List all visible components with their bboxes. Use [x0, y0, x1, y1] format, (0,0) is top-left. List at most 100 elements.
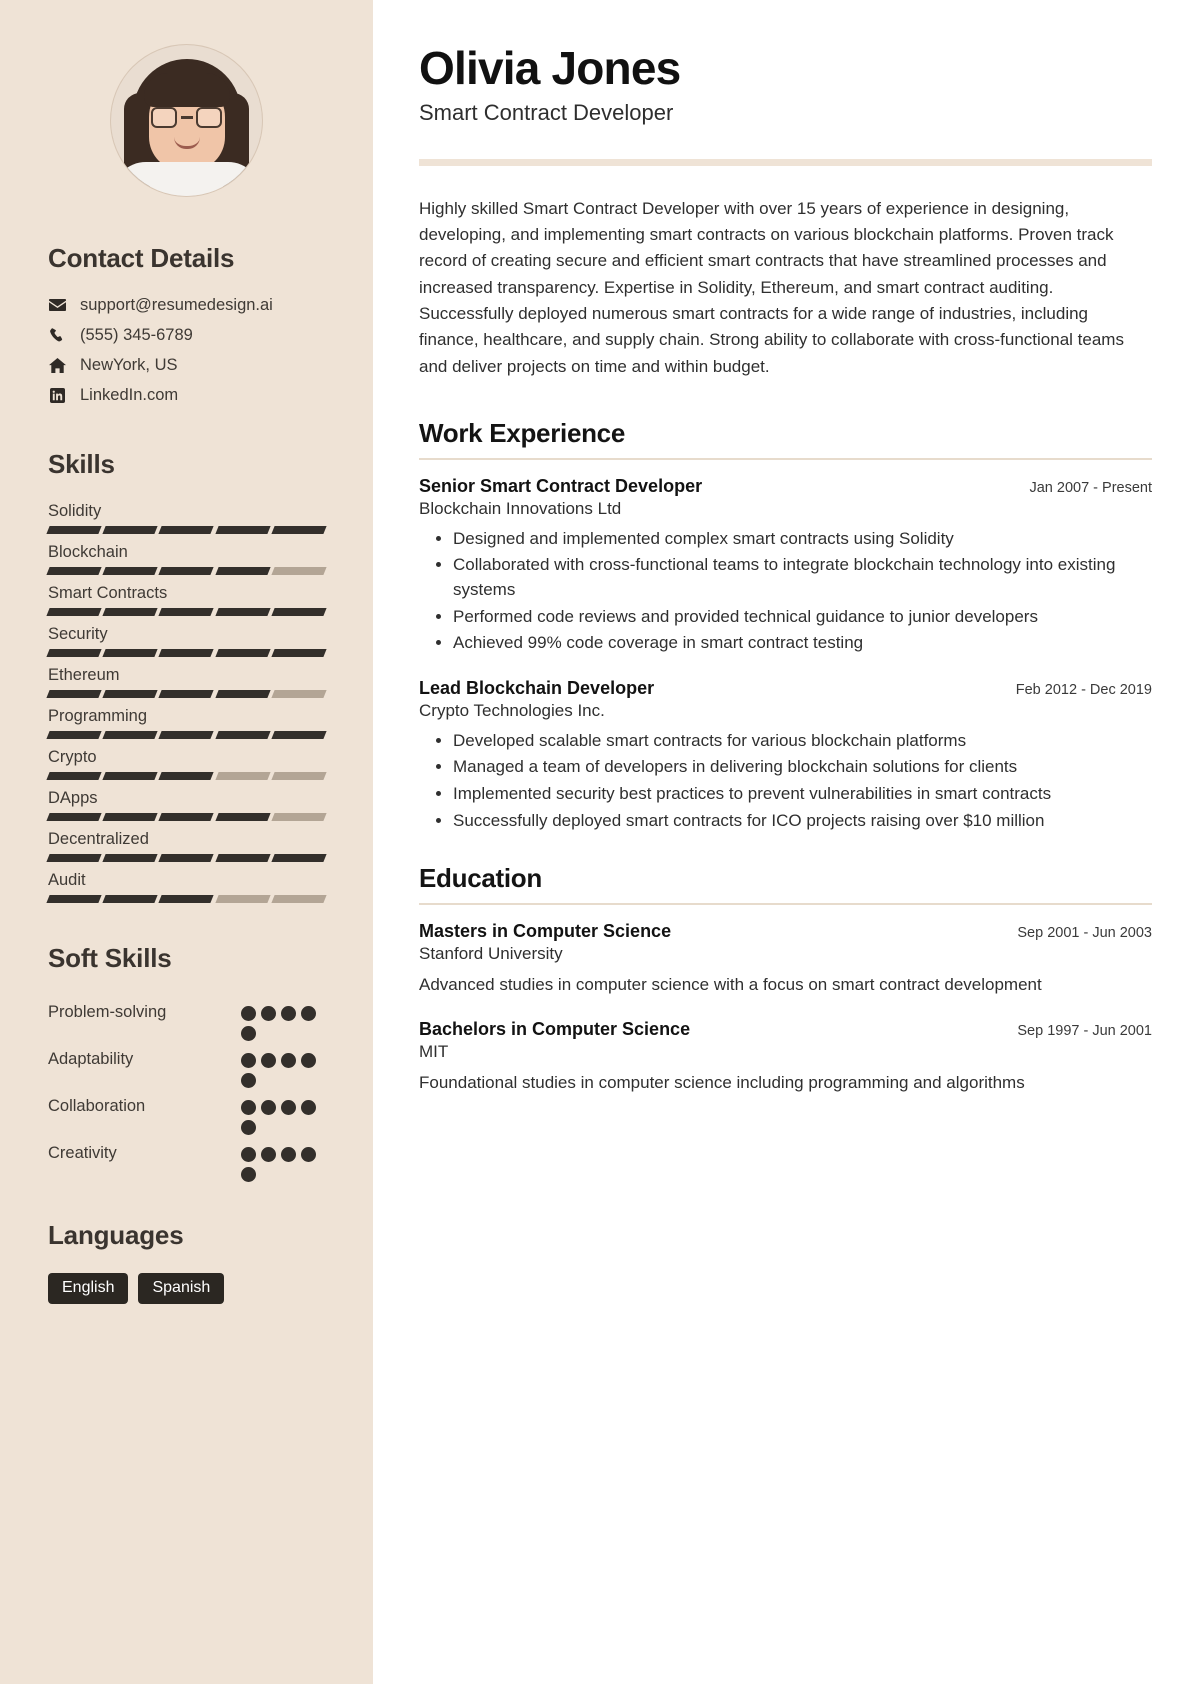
soft-skill-item: Adaptability	[48, 1043, 325, 1088]
contact-value-linkedin: LinkedIn.com	[80, 386, 179, 404]
skill-segment	[271, 649, 327, 657]
rating-dot	[281, 1053, 296, 1068]
soft-skill-rating	[241, 1043, 325, 1088]
rating-dot	[241, 1073, 256, 1088]
rating-dot	[281, 1100, 296, 1115]
education-entries: Masters in Computer Science Sep 2001 - Ju…	[419, 921, 1152, 1096]
skill-segment	[158, 895, 215, 903]
contact-item-location[interactable]: NewYork, US	[48, 356, 325, 375]
work-entry: Lead Blockchain Developer Feb 2012 - Dec …	[419, 678, 1152, 834]
rating-dot	[261, 1006, 276, 1021]
skill-segment	[158, 690, 215, 698]
skill-level-bar	[46, 649, 327, 657]
soft-skill-label: Adaptability	[48, 1050, 134, 1068]
skill-segment	[46, 813, 102, 821]
soft-skill-label: Problem-solving	[48, 1003, 167, 1021]
responsibility-item: Designed and implemented complex smart c…	[453, 527, 1152, 552]
responsibility-item: Implemented security best practices to p…	[453, 782, 1152, 807]
rating-dot	[261, 1147, 276, 1162]
rating-dot	[281, 1006, 296, 1021]
contact-details-heading: Contact Details	[48, 243, 235, 273]
skill-segment	[214, 526, 271, 534]
soft-skill-item: Problem-solving	[48, 996, 325, 1041]
soft-skill-rating	[241, 1137, 325, 1182]
skill-segment	[46, 854, 102, 862]
education-entry: Masters in Computer Science Sep 2001 - Ju…	[419, 921, 1152, 998]
avatar-container	[48, 44, 325, 197]
language-tag[interactable]: English	[48, 1273, 129, 1304]
soft-skill-item: Creativity	[48, 1137, 325, 1182]
skill-segment	[46, 526, 102, 534]
skill-segment	[102, 813, 159, 821]
skill-segment	[158, 731, 215, 739]
skill-segment	[158, 608, 215, 616]
section-divider	[419, 903, 1152, 905]
skill-segment	[271, 526, 327, 534]
skill-segment	[46, 649, 102, 657]
skill-item: Decentralized	[46, 830, 327, 862]
skill-level-bar	[46, 854, 327, 862]
skill-segment	[158, 854, 215, 862]
skill-item: Ethereum	[46, 666, 327, 698]
contact-item-email[interactable]: support@resumedesign.ai	[48, 296, 325, 315]
soft-skill-rating	[241, 1090, 325, 1135]
skill-item: Blockchain	[46, 543, 327, 575]
rating-dot	[241, 1006, 256, 1021]
languages-list: English Spanish	[48, 1273, 325, 1304]
skill-segment	[214, 854, 271, 862]
contact-list: support@resumedesign.ai (555) 345-6789 N…	[48, 296, 325, 405]
rating-dot	[301, 1053, 316, 1068]
skill-segment	[271, 690, 327, 698]
skill-item: DApps	[46, 789, 327, 821]
skill-segment	[214, 690, 271, 698]
skill-segment	[271, 772, 327, 780]
rating-dot	[261, 1053, 276, 1068]
contact-value-location: NewYork, US	[80, 356, 178, 374]
language-tag[interactable]: Spanish	[138, 1273, 225, 1304]
skill-segment	[102, 690, 159, 698]
education-description: Foundational studies in computer science…	[419, 1073, 1025, 1093]
responsibility-list: Designed and implemented complex smart c…	[453, 527, 1152, 656]
skill-segment	[158, 772, 215, 780]
rating-dot	[241, 1167, 256, 1182]
skill-segment	[271, 608, 327, 616]
skill-segment	[46, 731, 102, 739]
soft-skill-rating	[241, 996, 325, 1041]
education-heading: Education	[419, 863, 542, 894]
skill-level-bar	[46, 813, 327, 821]
contact-item-phone[interactable]: (555) 345-6789	[48, 326, 325, 345]
work-entry: Senior Smart Contract Developer Jan 2007 …	[419, 476, 1152, 656]
work-experience-heading: Work Experience	[419, 418, 626, 449]
skill-segment	[214, 772, 271, 780]
skill-level-bar	[46, 895, 327, 903]
rating-dot	[281, 1147, 296, 1162]
skill-segment	[271, 567, 327, 575]
company-name: Blockchain Innovations Ltd	[419, 498, 622, 518]
linkedin-icon	[48, 388, 67, 403]
skill-segment	[46, 567, 102, 575]
contact-item-linkedin[interactable]: LinkedIn.com	[48, 386, 325, 405]
rating-dot	[301, 1147, 316, 1162]
main-content: Olivia Jones Smart Contract Developer Hi…	[373, 0, 1200, 1684]
entry-header: Masters in Computer Science Sep 2001 - Ju…	[419, 921, 1152, 942]
skill-segment	[271, 813, 327, 821]
entry-header: Bachelors in Computer Science Sep 1997 - …	[419, 1019, 1152, 1040]
rating-dot	[261, 1100, 276, 1115]
contact-value-email: support@resumedesign.ai	[80, 296, 273, 314]
section-divider	[419, 458, 1152, 460]
skill-segment	[46, 895, 102, 903]
skill-item: Crypto	[46, 748, 327, 780]
skill-level-bar	[46, 731, 327, 739]
skill-level-bar	[46, 608, 327, 616]
job-date-range: Jan 2007 - Present	[1029, 479, 1152, 496]
rating-dot	[241, 1026, 256, 1041]
responsibility-list: Developed scalable smart contracts for v…	[453, 729, 1152, 834]
skill-segment	[102, 608, 159, 616]
skill-item: Security	[46, 625, 327, 657]
education-date-range: Sep 1997 - Jun 2001	[1017, 1023, 1152, 1040]
soft-skill-label: Creativity	[48, 1144, 117, 1162]
page-title: Olivia Jones	[419, 42, 681, 94]
work-experience-section: Work Experience Senior Smart Contract De…	[419, 418, 1152, 833]
skill-segment	[102, 772, 159, 780]
job-date-range: Feb 2012 - Dec 2019	[1015, 681, 1152, 698]
